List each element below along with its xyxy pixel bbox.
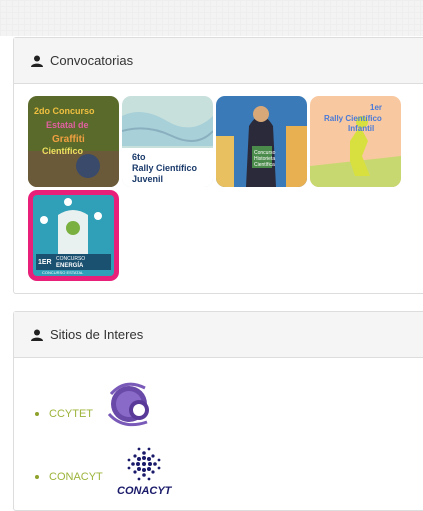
convocatorias-panel: Convocatorias 2do Concurso Estatal de Gr…: [13, 37, 423, 294]
rally-juvenil-line-2: Rally Científico: [132, 163, 198, 173]
thumb-rally-infantil[interactable]: 1er Rally Científico Infantil: [310, 96, 401, 187]
ccytet-logo[interactable]: [95, 374, 159, 434]
graffiti-line-4: Científico: [42, 146, 84, 156]
graffiti-line-2: Estatal de: [46, 120, 89, 130]
thumb-graffiti-contest[interactable]: 2do Concurso Estatal de Graffiti Científ…: [28, 96, 119, 187]
thumb-rally-juvenil[interactable]: 6to Rally Científico Juvenil: [122, 96, 213, 187]
energia-line-1: 1ER: [38, 259, 52, 266]
bullet: [35, 475, 39, 479]
energia-line-3: ENERGÍA: [56, 261, 84, 269]
thumb-concurso-energia[interactable]: 1ER CONCURSO ENERGÍA CONCURSO ESTATAL: [28, 190, 119, 281]
sitios-header: Sitios de Interes: [14, 312, 423, 358]
convocatorias-header: Convocatorias: [14, 38, 423, 84]
conacyt-logo-text: CONACYT: [117, 485, 173, 497]
list-item-ccytet: CCYTET: [35, 382, 159, 434]
bullet: [35, 412, 39, 416]
conacyt-logo[interactable]: CONACYT: [109, 444, 179, 500]
rally-juvenil-line-1: 6to: [132, 152, 146, 162]
sitios-title: Sitios de Interes: [50, 327, 144, 342]
conacyt-link[interactable]: CONACYT: [49, 471, 103, 483]
list-item-conacyt: CONACYT CONACYT: [35, 447, 179, 500]
top-bar: [0, 0, 423, 36]
energia-line-4: CONCURSO ESTATAL: [42, 270, 84, 275]
convocatorias-title: Convocatorias: [50, 53, 134, 68]
sitios-panel: Sitios de Interes CCYTET CONACYT CONACYT: [13, 311, 423, 511]
thumb-concurso-historieta[interactable]: Concurso Historieta Científica: [216, 96, 307, 187]
ccytet-link[interactable]: CCYTET: [49, 408, 93, 420]
user-icon: [31, 55, 43, 67]
graffiti-line-3: Graffiti: [52, 134, 85, 145]
rally-infantil-line-3: Infantil: [348, 124, 374, 133]
user-icon: [31, 329, 43, 341]
rally-juvenil-line-3: Juvenil: [132, 174, 163, 184]
rally-infantil-line-2: Rally Científico: [324, 114, 382, 123]
energia-line-2: CONCURSO: [56, 256, 85, 262]
graffiti-line-1: 2do Concurso: [34, 106, 95, 116]
rally-infantil-line-1: 1er: [370, 103, 382, 112]
historieta-line-3: Científica: [254, 162, 275, 168]
